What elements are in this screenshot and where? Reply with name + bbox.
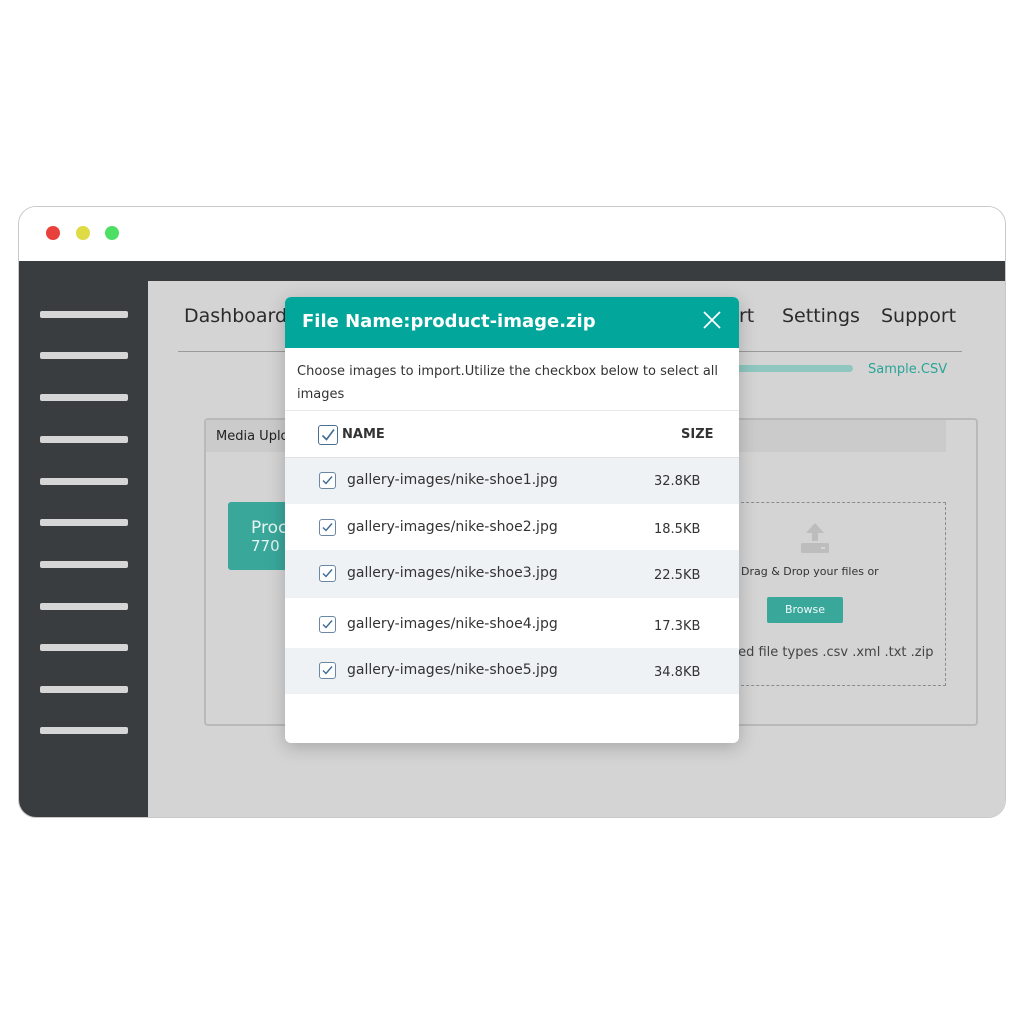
column-header-size: SIZE xyxy=(681,427,714,442)
check-icon xyxy=(322,523,333,532)
modal-instructions: Choose images to import.Utilize the chec… xyxy=(297,364,719,402)
file-checkbox[interactable] xyxy=(319,472,336,489)
sidebar-item[interactable] xyxy=(40,478,128,485)
sidebar-item[interactable] xyxy=(40,311,128,318)
sample-csv-link[interactable]: Sample.CSV xyxy=(868,362,947,377)
sidebar-item[interactable] xyxy=(40,394,128,401)
product-card-count: 770 xyxy=(251,537,280,555)
file-checkbox[interactable] xyxy=(319,662,336,679)
check-icon xyxy=(322,569,333,578)
sidebar-item[interactable] xyxy=(40,352,128,359)
supported-file-types: ted file types .csv .xml .txt .zip xyxy=(733,645,934,660)
file-name: gallery-images/nike-shoe2.jpg xyxy=(347,519,558,535)
close-icon[interactable] xyxy=(701,309,723,331)
check-icon xyxy=(322,476,333,485)
file-size: 34.8KB xyxy=(654,665,701,680)
file-size: 18.5KB xyxy=(654,522,701,537)
sidebar-item[interactable] xyxy=(40,644,128,651)
minimize-window-button[interactable] xyxy=(76,226,90,240)
file-checkbox[interactable] xyxy=(319,565,336,582)
file-size: 32.8KB xyxy=(654,474,701,489)
column-header-name: NAME xyxy=(342,427,385,442)
nav-dashboard[interactable]: Dashboard xyxy=(184,305,287,327)
modal-title: File Name:product-image.zip xyxy=(302,311,596,332)
sidebar-item[interactable] xyxy=(40,561,128,568)
close-window-button[interactable] xyxy=(46,226,60,240)
sidebar-item[interactable] xyxy=(40,727,128,734)
nav-report[interactable]: rt xyxy=(739,305,754,327)
progress-bar xyxy=(735,365,853,372)
upload-icon xyxy=(801,523,829,553)
file-row[interactable]: gallery-images/nike-shoe1.jpg 32.8KB xyxy=(285,458,739,504)
file-name: gallery-images/nike-shoe1.jpg xyxy=(347,472,558,488)
file-name: gallery-images/nike-shoe4.jpg xyxy=(347,616,558,632)
modal-header: File Name:product-image.zip xyxy=(285,297,739,348)
sidebar xyxy=(19,281,148,817)
file-size: 22.5KB xyxy=(654,568,701,583)
divider xyxy=(285,410,739,411)
sidebar-item[interactable] xyxy=(40,436,128,443)
file-row[interactable]: gallery-images/nike-shoe2.jpg 18.5KB xyxy=(285,504,739,550)
product-card-label: Proc xyxy=(251,518,288,538)
check-icon xyxy=(322,620,333,629)
check-icon xyxy=(321,429,335,441)
sidebar-item[interactable] xyxy=(40,686,128,693)
file-row[interactable]: gallery-images/nike-shoe4.jpg 17.3KB xyxy=(285,598,739,648)
panel-title: Media Uplo xyxy=(216,429,289,444)
browse-button[interactable]: Browse xyxy=(767,597,843,623)
import-images-modal: File Name:product-image.zip Choose image… xyxy=(285,297,739,743)
file-name: gallery-images/nike-shoe5.jpg xyxy=(347,662,558,678)
window-titlebar xyxy=(19,207,1005,261)
maximize-window-button[interactable] xyxy=(105,226,119,240)
dropzone-text: Drag & Drop your files or xyxy=(741,565,879,578)
file-checkbox[interactable] xyxy=(319,616,336,633)
select-all-checkbox[interactable] xyxy=(318,425,338,445)
file-checkbox[interactable] xyxy=(319,519,336,536)
check-icon xyxy=(322,666,333,675)
sidebar-item[interactable] xyxy=(40,603,128,610)
top-bar xyxy=(19,261,1005,281)
nav-support[interactable]: Support xyxy=(881,305,956,327)
nav-settings[interactable]: Settings xyxy=(782,305,860,327)
file-size: 17.3KB xyxy=(654,619,701,634)
sidebar-item[interactable] xyxy=(40,519,128,526)
file-name: gallery-images/nike-shoe3.jpg xyxy=(347,565,558,581)
file-row[interactable]: gallery-images/nike-shoe5.jpg 34.8KB xyxy=(285,648,739,694)
file-row[interactable]: gallery-images/nike-shoe3.jpg 22.5KB xyxy=(285,550,739,598)
file-dropzone[interactable]: Drag & Drop your files or Browse ted fil… xyxy=(733,502,946,686)
